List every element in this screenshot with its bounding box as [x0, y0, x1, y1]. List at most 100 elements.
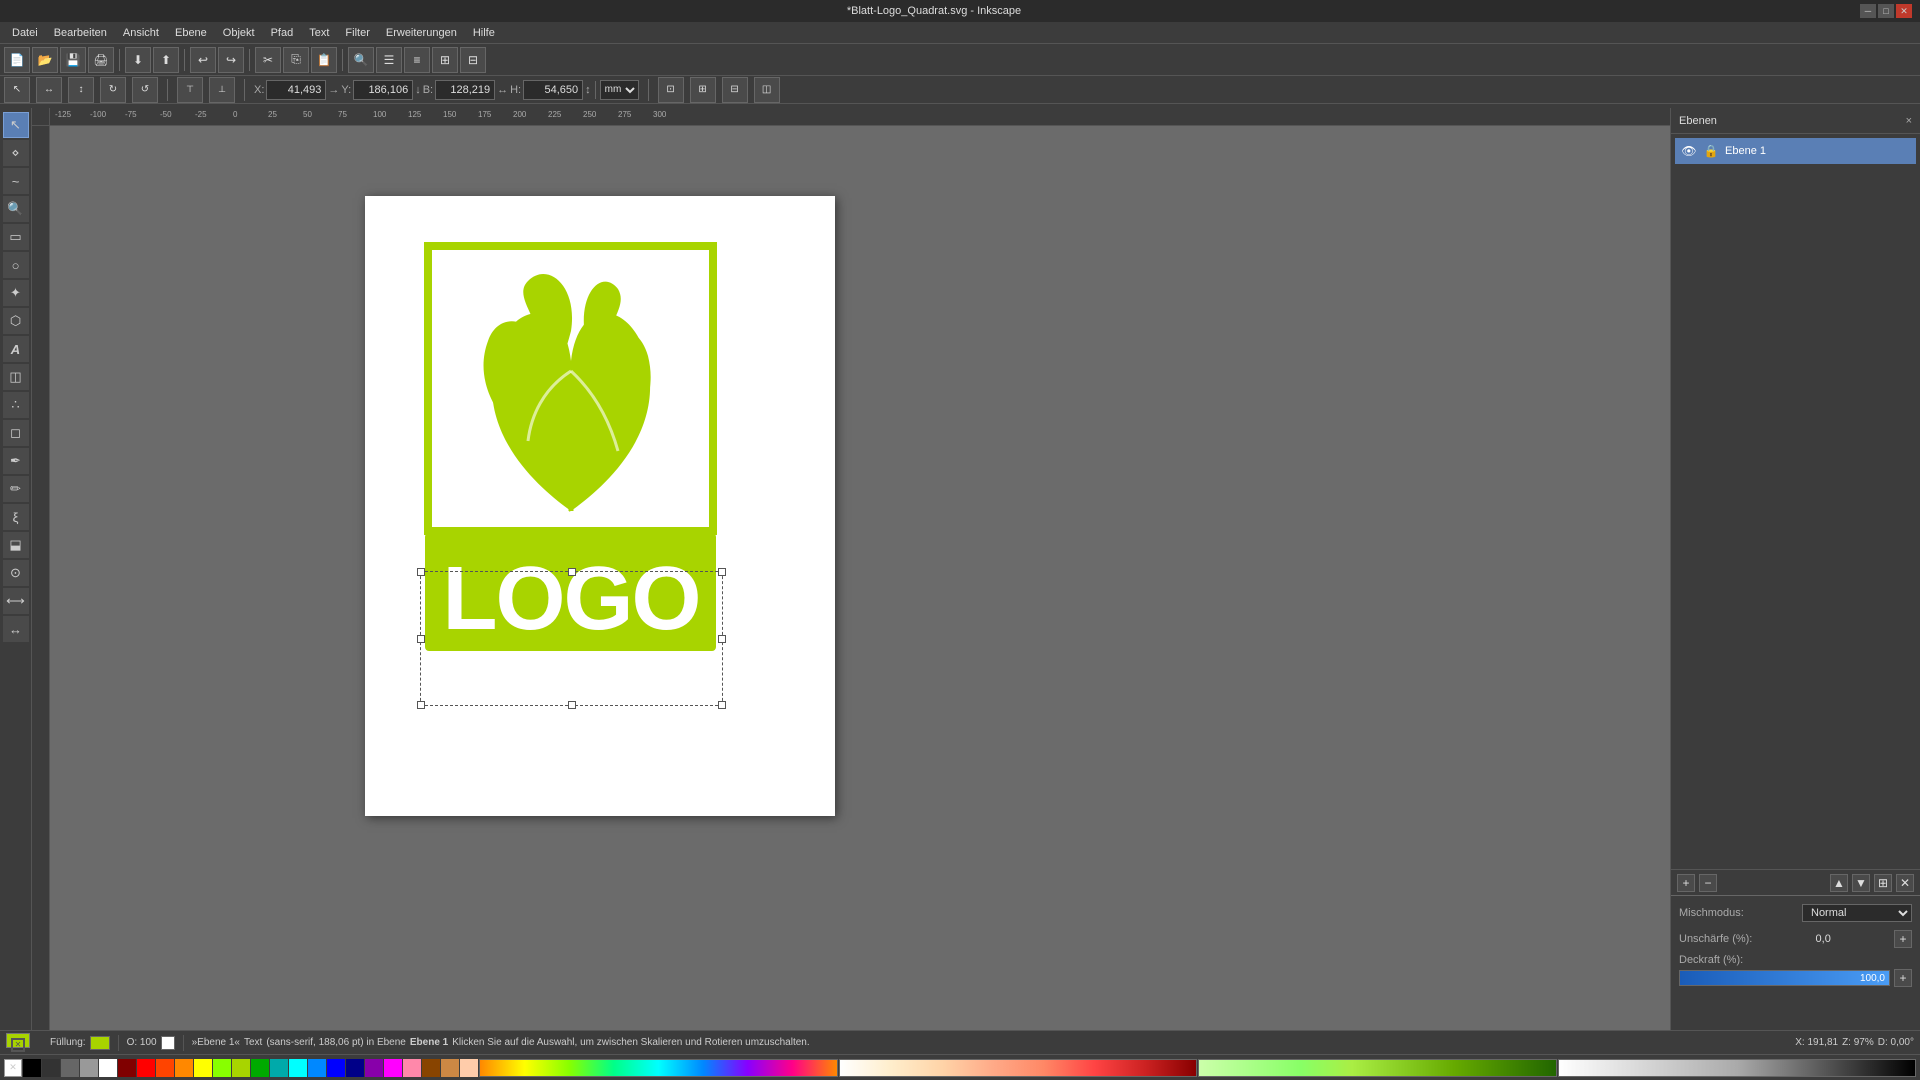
snap4-button[interactable]: ◫: [754, 77, 780, 103]
color-lime[interactable]: [232, 1059, 250, 1077]
redo-button[interactable]: ↪: [218, 47, 244, 73]
coverage-add-button[interactable]: +: [1894, 969, 1912, 987]
paste-button[interactable]: 📋: [311, 47, 337, 73]
transform-button[interactable]: ⊞: [432, 47, 458, 73]
menu-erweiterungen[interactable]: Erweiterungen: [378, 25, 465, 41]
xml-button[interactable]: ⊟: [460, 47, 486, 73]
menu-pfad[interactable]: Pfad: [263, 25, 302, 41]
node-tool[interactable]: ⋄: [3, 140, 29, 166]
color-purple[interactable]: [365, 1059, 383, 1077]
maximize-button[interactable]: □: [1878, 4, 1894, 18]
rotate-ccw-button[interactable]: ↺: [132, 77, 158, 103]
measure-tool[interactable]: ↔: [3, 616, 29, 642]
coverage-bar[interactable]: 100,0: [1679, 970, 1890, 986]
align-top-button[interactable]: ⊤: [177, 77, 203, 103]
stroke-indicator[interactable]: ✕: [11, 1038, 25, 1052]
gradient-palette[interactable]: [479, 1059, 838, 1077]
text-tool[interactable]: A: [3, 336, 29, 362]
layer-del-button[interactable]: ✕: [1896, 874, 1914, 892]
eyedropper-tool[interactable]: ⊙: [3, 560, 29, 586]
menu-objekt[interactable]: Objekt: [215, 25, 263, 41]
flip-v-button[interactable]: ↕: [68, 77, 94, 103]
align-center-button[interactable]: ⊥: [209, 77, 235, 103]
x-input[interactable]: [266, 80, 326, 100]
color-tan[interactable]: [441, 1059, 459, 1077]
color-lightgray[interactable]: [80, 1059, 98, 1077]
handle-mr[interactable]: [718, 635, 726, 643]
menu-text[interactable]: Text: [301, 25, 337, 41]
gradient-palette-warm[interactable]: [839, 1059, 1198, 1077]
color-magenta[interactable]: [384, 1059, 402, 1077]
color-peach[interactable]: [460, 1059, 478, 1077]
panel-close-button[interactable]: ×: [1906, 115, 1912, 127]
color-brown[interactable]: [422, 1059, 440, 1077]
layer-visibility-icon[interactable]: 👁: [1681, 144, 1697, 158]
color-green[interactable]: [251, 1059, 269, 1077]
close-button[interactable]: ✕: [1896, 4, 1912, 18]
color-yellow-green[interactable]: [213, 1059, 231, 1077]
menu-filter[interactable]: Filter: [337, 25, 377, 41]
snap2-button[interactable]: ⊞: [690, 77, 716, 103]
pen-tool[interactable]: ✒: [3, 448, 29, 474]
color-blue[interactable]: [327, 1059, 345, 1077]
menu-datei[interactable]: Datei: [4, 25, 46, 41]
zoom-tool[interactable]: 🔍: [3, 196, 29, 222]
print-button[interactable]: 🖨: [88, 47, 114, 73]
open-button[interactable]: 📂: [32, 47, 58, 73]
pencil-tool[interactable]: ✏: [3, 476, 29, 502]
color-orange-dark[interactable]: [156, 1059, 174, 1077]
color-white[interactable]: [99, 1059, 117, 1077]
rectangle-tool[interactable]: ▭: [3, 224, 29, 250]
zoom-in-button[interactable]: 🔍: [348, 47, 374, 73]
color-pink[interactable]: [403, 1059, 421, 1077]
remove-layer-button[interactable]: −: [1699, 874, 1717, 892]
connector-tool[interactable]: ⟷: [3, 588, 29, 614]
h-input[interactable]: [523, 80, 583, 100]
rotate-cw-button[interactable]: ↻: [100, 77, 126, 103]
color-black[interactable]: [23, 1059, 41, 1077]
handle-br[interactable]: [718, 701, 726, 709]
color-red[interactable]: [137, 1059, 155, 1077]
layer-up-button[interactable]: ▲: [1830, 874, 1848, 892]
menu-ansicht[interactable]: Ansicht: [115, 25, 167, 41]
eraser-tool[interactable]: ◻: [3, 420, 29, 446]
select-tool[interactable]: ↖: [3, 112, 29, 138]
color-cyan[interactable]: [289, 1059, 307, 1077]
no-color-swatch[interactable]: ✕: [4, 1059, 22, 1077]
bucket-tool[interactable]: ⬓: [3, 532, 29, 558]
menu-bearbeiten[interactable]: Bearbeiten: [46, 25, 115, 41]
gradient-palette-gray[interactable]: [1558, 1059, 1917, 1077]
color-darkgray[interactable]: [42, 1059, 60, 1077]
canvas-container[interactable]: LOGO: [50, 126, 1670, 1030]
menu-ebene[interactable]: Ebene: [167, 25, 215, 41]
layer-row-1[interactable]: 👁 🔒 Ebene 1: [1675, 138, 1916, 164]
minimize-button[interactable]: ─: [1860, 4, 1876, 18]
unit-select[interactable]: mmpxcm: [600, 80, 639, 100]
layer-lock-icon[interactable]: 🔒: [1703, 144, 1719, 158]
copy-button[interactable]: ⎘: [283, 47, 309, 73]
layer-down-button[interactable]: ▼: [1852, 874, 1870, 892]
distribute-button[interactable]: ≡: [404, 47, 430, 73]
handle-bl[interactable]: [417, 701, 425, 709]
cut-button[interactable]: ✂: [255, 47, 281, 73]
color-teal[interactable]: [270, 1059, 288, 1077]
gradient-palette-green[interactable]: [1198, 1059, 1557, 1077]
y-input[interactable]: [353, 80, 413, 100]
undo-button[interactable]: ↩: [190, 47, 216, 73]
snap-button[interactable]: ⊡: [658, 77, 684, 103]
color-yellow[interactable]: [194, 1059, 212, 1077]
tweak-tool[interactable]: ~: [3, 168, 29, 194]
color-red-dark[interactable]: [118, 1059, 136, 1077]
calligraphy-tool[interactable]: ξ: [3, 504, 29, 530]
layer-dup-button[interactable]: ⊞: [1874, 874, 1892, 892]
w-input[interactable]: [435, 80, 495, 100]
add-layer-button[interactable]: +: [1677, 874, 1695, 892]
star-tool[interactable]: ✦: [3, 280, 29, 306]
color-orange[interactable]: [175, 1059, 193, 1077]
color-gray[interactable]: [61, 1059, 79, 1077]
opacity-add-button[interactable]: +: [1894, 930, 1912, 948]
color-navy[interactable]: [346, 1059, 364, 1077]
3dbox-tool[interactable]: ⬡: [3, 308, 29, 334]
circle-tool[interactable]: ○: [3, 252, 29, 278]
color-blue-light[interactable]: [308, 1059, 326, 1077]
